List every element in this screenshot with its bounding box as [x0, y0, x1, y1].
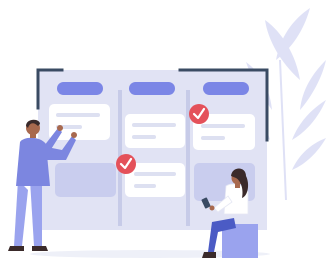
- check-badge-icon: [116, 154, 136, 174]
- column-2-card: [125, 114, 185, 148]
- column-header-1: [57, 82, 103, 95]
- column-1-placeholder-card: [55, 163, 116, 197]
- kanban-illustration: [8, 8, 326, 258]
- check-badge-icon: [189, 104, 209, 124]
- column-header-2: [129, 82, 175, 95]
- column-header-3: [203, 82, 249, 95]
